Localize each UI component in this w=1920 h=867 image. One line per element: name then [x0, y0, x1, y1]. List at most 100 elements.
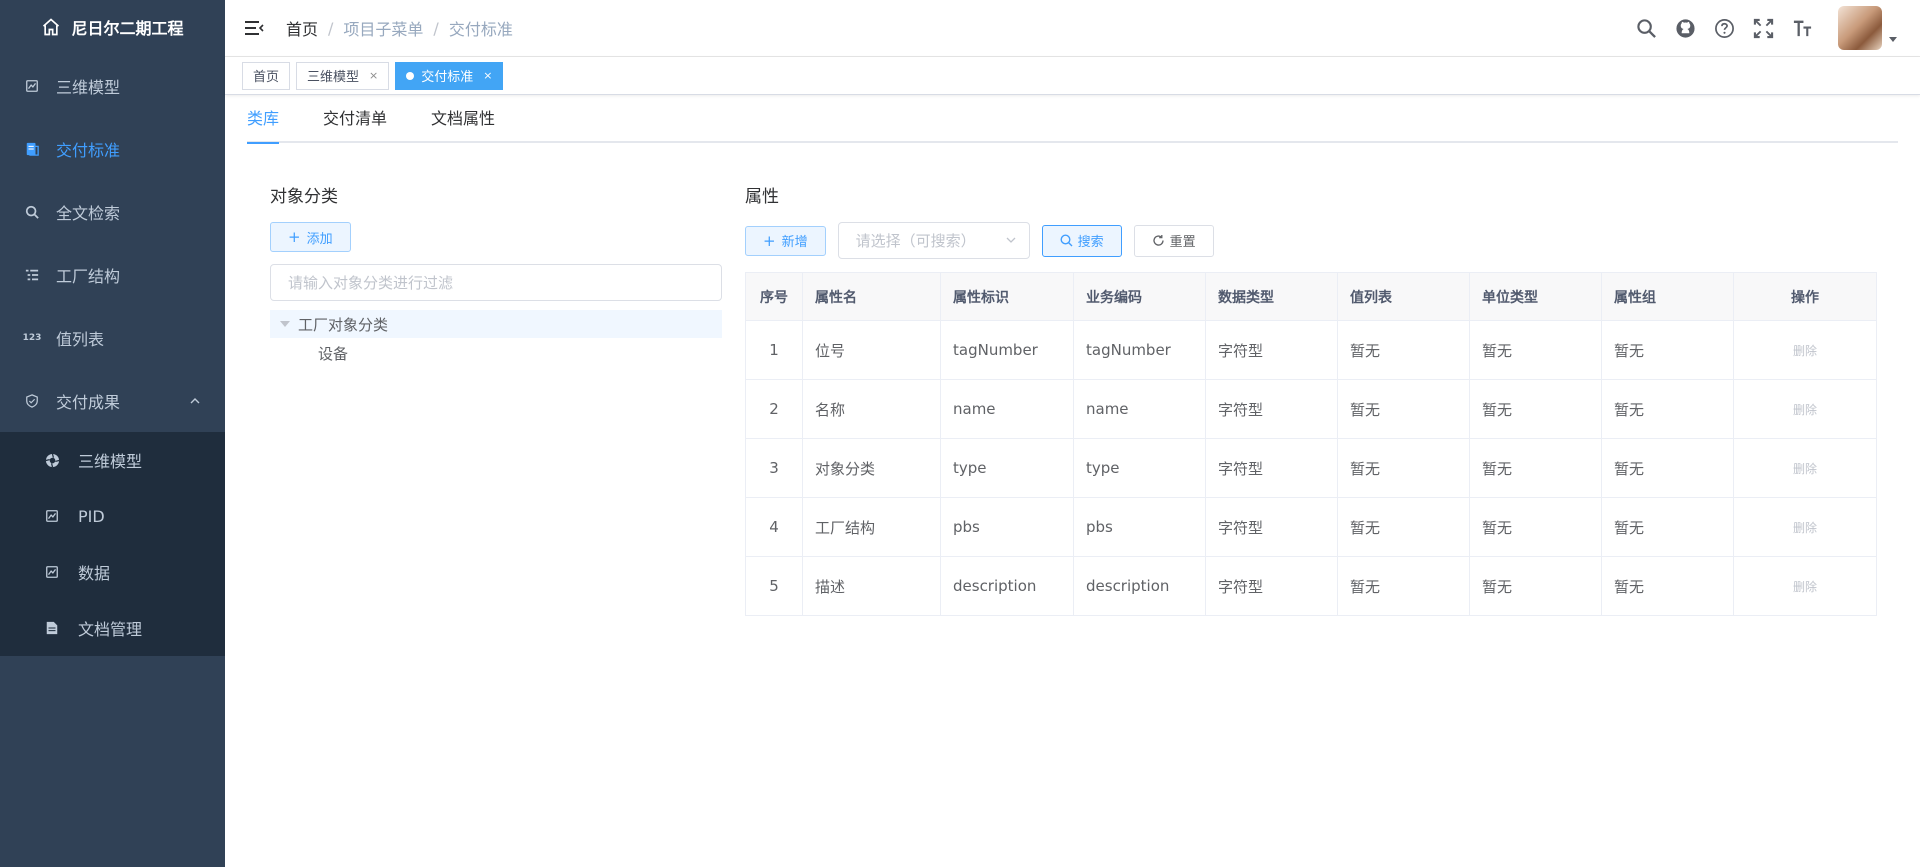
font-size-icon[interactable] [1791, 17, 1813, 39]
help-icon[interactable] [1713, 17, 1735, 39]
cell-value-list: 暂无 [1337, 556, 1470, 616]
reset-button[interactable]: 重置 [1133, 224, 1214, 257]
cell-value-list: 暂无 [1337, 379, 1470, 439]
sidebar-item-delivery-standard[interactable]: 交付标准 [0, 117, 225, 180]
sidebar-subitem-document-management[interactable]: 文档管理 [0, 600, 225, 656]
cell-data-type: 字符型 [1205, 438, 1338, 498]
breadcrumb-item-current: 交付标准 [448, 20, 513, 39]
tags-view: 首页 三维模型 × 交付标准 × [225, 57, 1920, 95]
tree-node-label: 工厂对象分类 [298, 315, 389, 334]
sidebar-item-fulltext-search[interactable]: 全文检索 [0, 180, 225, 243]
breadcrumb: 首页 / 项目子菜单 / 交付标准 [286, 16, 513, 40]
chart-icon [44, 564, 60, 580]
cell-identifier: type [940, 438, 1074, 498]
cell-attribute-group: 暂无 [1601, 556, 1734, 616]
cell-unit-type: 暂无 [1469, 556, 1602, 616]
sidebar-subitem-pid[interactable]: PID [0, 488, 225, 544]
document-icon [44, 620, 60, 636]
sidebar-item-value-list[interactable]: 123 值列表 [0, 306, 225, 369]
sidebar-subitem-data[interactable]: 数据 [0, 544, 225, 600]
navbar: 首页 / 项目子菜单 / 交付标准 [225, 0, 1920, 57]
github-icon[interactable] [1674, 17, 1696, 39]
cell-business-code: pbs [1073, 497, 1206, 557]
reset-label: 重置 [1169, 235, 1196, 250]
delete-button[interactable]: 删除 [1733, 379, 1877, 439]
home-icon [43, 18, 60, 36]
sidebar-item-label: 三维模型 [56, 77, 121, 97]
tree-node-child[interactable]: 设备 [270, 338, 722, 368]
breadcrumb-item-submenu: 项目子菜单 [343, 20, 424, 39]
sidebar-submenu: 三维模型 PID 数据 文档管理 [0, 432, 225, 656]
avatar-dropdown[interactable] [1830, 6, 1898, 50]
attribute-table: 序号 属性名 属性标识 业务编码 数据类型 值列表 单位类型 属性组 操作 1 … [745, 272, 1877, 616]
delete-button[interactable]: 删除 [1733, 438, 1877, 498]
tag-3d-model[interactable]: 三维模型 × [296, 61, 390, 90]
col-header-business-code: 业务编码 [1073, 272, 1206, 321]
tag-label: 交付标准 [421, 70, 474, 85]
tag-home[interactable]: 首页 [242, 61, 291, 90]
hamburger-icon[interactable] [244, 18, 264, 38]
fullscreen-icon[interactable] [1752, 17, 1774, 39]
search-label: 搜索 [1077, 235, 1104, 250]
tag-label: 首页 [253, 70, 280, 85]
new-attribute-button[interactable]: + 新增 [745, 225, 826, 256]
tree-list-icon [24, 267, 40, 283]
section-title: 属性 [745, 187, 779, 207]
cell-index: 1 [745, 320, 803, 380]
sidebar-item-plant-structure[interactable]: 工厂结构 [0, 243, 225, 306]
aperture-icon [44, 452, 60, 468]
sidebar-item-3d-model[interactable]: 三维模型 [0, 54, 225, 117]
tab-document-attributes[interactable]: 文档属性 [431, 95, 495, 142]
breadcrumb-separator: / [433, 18, 439, 38]
chevron-down-icon [1006, 237, 1016, 243]
category-filter-input[interactable]: 请输入对象分类进行过滤 [270, 264, 722, 301]
avatar[interactable] [1838, 6, 1882, 50]
caret-down-icon [1889, 37, 1897, 42]
table-row: 5 描述 description description 字符型 暂无 暂无 暂… [745, 556, 1877, 616]
attribute-toolbar: + 新增 请选择（可搜索） 搜索 重置 [745, 222, 1876, 259]
table-header-row: 序号 属性名 属性标识 业务编码 数据类型 值列表 单位类型 属性组 操作 [745, 272, 1877, 321]
search-icon[interactable] [1635, 17, 1657, 39]
cell-index: 3 [745, 438, 803, 498]
tree-node-root[interactable]: 工厂对象分类 [270, 310, 722, 338]
attribute-select[interactable]: 请选择（可搜索） [837, 222, 1030, 259]
sidebar-subitem-label: 文档管理 [78, 620, 143, 639]
cell-value-list: 暂无 [1337, 497, 1470, 557]
sidebar-item-label: 交付标准 [56, 140, 121, 160]
model-icon [24, 78, 40, 94]
tab-class-library[interactable]: 类库 [247, 95, 280, 144]
cell-unit-type: 暂无 [1469, 438, 1602, 498]
delete-button[interactable]: 删除 [1733, 320, 1877, 380]
col-header-name: 属性名 [802, 272, 941, 321]
cell-identifier: description [940, 556, 1074, 616]
tag-delivery-standard[interactable]: 交付标准 × [395, 61, 504, 90]
cell-name: 工厂结构 [802, 497, 941, 557]
col-header-unit-type: 单位类型 [1469, 272, 1602, 321]
sidebar-subitem-label: 数据 [78, 564, 111, 583]
close-icon[interactable]: × [369, 69, 378, 82]
cell-name: 名称 [802, 379, 941, 439]
tab-delivery-list[interactable]: 交付清单 [323, 95, 387, 142]
active-dot-icon [406, 71, 415, 80]
cell-business-code: description [1073, 556, 1206, 616]
caret-down-icon[interactable] [280, 321, 290, 327]
search-button[interactable]: 搜索 [1041, 224, 1122, 257]
delete-button[interactable]: 删除 [1733, 497, 1877, 557]
cell-unit-type: 暂无 [1469, 379, 1602, 439]
sidebar-subitem-3d-model[interactable]: 三维模型 [0, 432, 225, 488]
sidebar-item-label: 工厂结构 [56, 266, 121, 286]
cell-name: 位号 [802, 320, 941, 380]
cell-value-list: 暂无 [1337, 438, 1470, 498]
sidebar-item-deliverables[interactable]: 交付成果 [0, 369, 225, 432]
cell-value-list: 暂无 [1337, 320, 1470, 380]
breadcrumb-item-home[interactable]: 首页 [286, 16, 318, 40]
app-title[interactable]: 尼日尔二期工程 [0, 0, 225, 54]
delete-button[interactable]: 删除 [1733, 556, 1877, 616]
cell-business-code: type [1073, 438, 1206, 498]
table-row: 3 对象分类 type type 字符型 暂无 暂无 暂无 删除 [745, 438, 1877, 498]
cell-name: 描述 [802, 556, 941, 616]
cell-attribute-group: 暂无 [1601, 320, 1734, 380]
close-icon[interactable]: × [483, 69, 492, 82]
add-category-button[interactable]: + 添加 [270, 222, 351, 252]
col-header-attribute-group: 属性组 [1601, 272, 1734, 321]
